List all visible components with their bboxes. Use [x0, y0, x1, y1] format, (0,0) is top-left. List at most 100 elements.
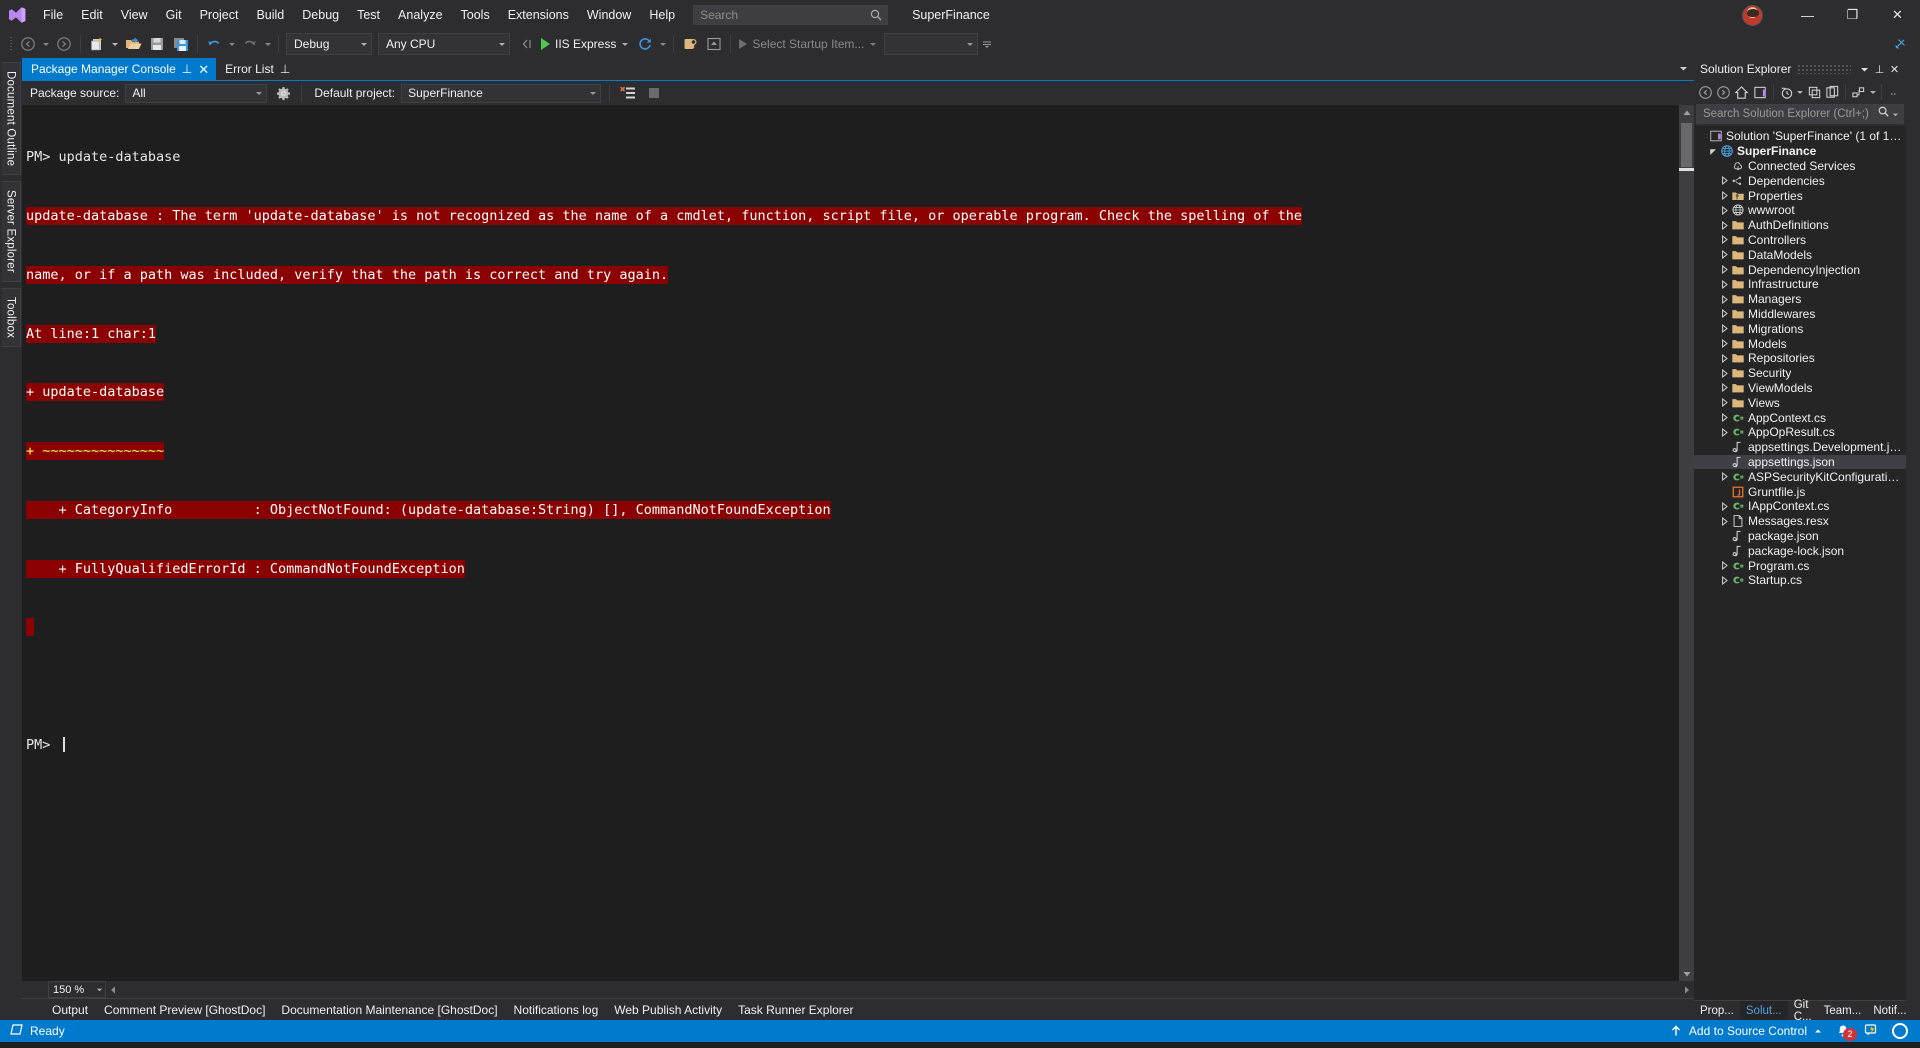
tree-item[interactable]: Dependencies — [1694, 173, 1906, 188]
chevron-collapsed-icon[interactable] — [1719, 220, 1730, 230]
bottom-tab-comment-preview[interactable]: Comment Preview [GhostDoc] — [96, 999, 273, 1021]
chevron-collapsed-icon[interactable] — [1719, 279, 1730, 289]
package-settings-gear-icon[interactable] — [273, 83, 293, 103]
vtab-server-explorer[interactable]: Server Explorer — [1, 181, 21, 283]
code-map-icon[interactable] — [1850, 82, 1867, 103]
bottom-tab-web-publish-activity[interactable]: Web Publish Activity — [606, 999, 730, 1021]
select-startup-item-button[interactable]: Select Startup Item... — [735, 37, 881, 51]
pending-changes-dropdown-icon[interactable] — [1796, 82, 1805, 103]
tree-item[interactable]: Security — [1694, 366, 1906, 381]
new-project-dropdown-icon[interactable] — [109, 40, 121, 48]
scroll-left-icon[interactable] — [110, 981, 116, 999]
status-circle-icon[interactable] — [1892, 1023, 1908, 1039]
minimize-button[interactable]: — — [1785, 0, 1830, 30]
chevron-collapsed-icon[interactable] — [1719, 353, 1730, 363]
tree-item[interactable]: DependencyInjection — [1694, 262, 1906, 277]
console-vertical-scrollbar[interactable] — [1679, 105, 1694, 981]
tree-item[interactable]: SuperFinance — [1694, 144, 1906, 159]
chevron-collapsed-icon[interactable] — [1719, 427, 1730, 437]
bottom-tab-documentation-maintenance[interactable]: Documentation Maintenance [GhostDoc] — [273, 999, 505, 1021]
chevron-collapsed-icon[interactable] — [1719, 516, 1730, 526]
collapse-all-icon[interactable] — [1806, 82, 1823, 103]
drag-handle[interactable] — [1797, 64, 1851, 74]
chevron-collapsed-icon[interactable] — [1719, 250, 1730, 260]
back-icon[interactable] — [1697, 82, 1714, 103]
chevron-collapsed-icon[interactable] — [1719, 176, 1730, 186]
menu-extensions[interactable]: Extensions — [499, 0, 578, 30]
save-all-icon[interactable] — [169, 32, 193, 56]
chevron-collapsed-icon[interactable] — [1719, 501, 1730, 511]
notifications-button[interactable]: 2 — [1836, 1024, 1857, 1041]
tree-item[interactable]: Connected Services — [1694, 159, 1906, 174]
tree-item[interactable]: Properties — [1694, 188, 1906, 203]
default-project-combo[interactable]: SuperFinance — [401, 83, 602, 103]
tree-item[interactable]: Views — [1694, 395, 1906, 410]
tree-item[interactable]: ASPSecurityKitConfiguration.cs — [1694, 469, 1906, 484]
tree-item[interactable]: DataModels — [1694, 247, 1906, 262]
hot-reload-dropdown-icon[interactable] — [657, 40, 669, 48]
tree-item[interactable]: appsettings.json — [1694, 454, 1906, 470]
feedback-icon[interactable] — [1864, 1023, 1878, 1040]
stop-console-icon[interactable] — [644, 83, 664, 103]
redo-dropdown-icon[interactable] — [262, 40, 274, 48]
se-tab-solution-explorer[interactable]: Solut... — [1739, 1001, 1788, 1020]
menu-view[interactable]: View — [112, 0, 157, 30]
redo-icon[interactable] — [238, 32, 262, 56]
toolbar-overflow-icon[interactable] — [981, 39, 993, 49]
new-project-icon[interactable] — [85, 32, 109, 56]
vtab-document-outline[interactable]: Document Outline — [1, 62, 21, 176]
clear-console-icon[interactable] — [618, 83, 638, 103]
package-source-combo[interactable]: All — [125, 83, 268, 103]
chevron-collapsed-icon[interactable] — [1719, 575, 1730, 585]
chevron-collapsed-icon[interactable] — [1719, 265, 1730, 275]
chevron-collapsed-icon[interactable] — [1719, 472, 1730, 482]
scroll-right-icon[interactable] — [1684, 981, 1690, 999]
chevron-collapsed-icon[interactable] — [1719, 235, 1730, 245]
menu-edit[interactable]: Edit — [72, 0, 112, 30]
tree-item[interactable]: Controllers — [1694, 233, 1906, 248]
hot-reload-icon[interactable] — [633, 32, 657, 56]
code-map-dropdown-icon[interactable] — [1868, 82, 1877, 103]
solution-platform-combo[interactable]: Any CPU — [378, 33, 510, 55]
tree-item[interactable]: Messages.resx — [1694, 514, 1906, 529]
navigate-backward-icon[interactable] — [16, 32, 40, 56]
chevron-collapsed-icon[interactable] — [1719, 309, 1730, 319]
navigate-backward-dropdown-icon[interactable] — [40, 40, 52, 48]
chevron-collapsed-icon[interactable] — [1719, 294, 1730, 304]
solution-tree[interactable]: Solution 'SuperFinance' (1 of 1 project)… — [1694, 126, 1906, 1000]
pending-changes-icon[interactable] — [1778, 82, 1795, 103]
undo-icon[interactable] — [202, 32, 226, 56]
menu-window[interactable]: Window — [578, 0, 640, 30]
tab-error-list[interactable]: Error List ⊥ — [216, 58, 298, 80]
console-horizontal-scrollbar[interactable] — [108, 982, 1694, 997]
pin-icon[interactable]: ⊥ — [182, 63, 192, 75]
add-to-source-control-button[interactable]: Add to Source Control — [1670, 1024, 1822, 1038]
solution-search-input[interactable] — [1703, 108, 1877, 120]
bottom-tab-task-runner-explorer[interactable]: Task Runner Explorer — [730, 999, 861, 1021]
attach-dropdown-icon[interactable] — [513, 32, 537, 56]
search-input[interactable] — [700, 8, 870, 22]
se-toolbar-overflow-icon[interactable] — [1886, 82, 1903, 103]
chevron-collapsed-icon[interactable] — [1719, 324, 1730, 334]
vtab-toolbox[interactable]: Toolbox — [1, 288, 21, 348]
tree-item[interactable]: Models — [1694, 336, 1906, 351]
home-icon[interactable] — [1733, 82, 1750, 103]
console-output-area[interactable]: PM> update-database update-database : Th… — [22, 105, 1694, 981]
menu-analyze[interactable]: Analyze — [389, 0, 451, 30]
scroll-down-icon[interactable] — [1679, 966, 1694, 981]
start-debugging-button[interactable]: IIS Express — [537, 32, 633, 56]
tabstrip-dropdown-icon[interactable] — [1679, 60, 1688, 78]
search-options-dropdown-icon[interactable] — [1890, 111, 1901, 118]
tree-item[interactable]: Solution 'SuperFinance' (1 of 1 project) — [1694, 129, 1906, 144]
chevron-expanded-icon[interactable] — [1708, 147, 1719, 156]
chevron-collapsed-icon[interactable] — [1719, 339, 1730, 349]
tree-item[interactable]: Program.cs — [1694, 558, 1906, 573]
chevron-collapsed-icon[interactable] — [1719, 368, 1730, 378]
menu-git[interactable]: Git — [157, 0, 191, 30]
tree-item[interactable]: Migrations — [1694, 321, 1906, 336]
menu-build[interactable]: Build — [247, 0, 293, 30]
forward-icon[interactable] — [1715, 82, 1732, 103]
tab-package-manager-console[interactable]: Package Manager Console ⊥ ✕ — [22, 58, 217, 80]
chevron-collapsed-icon[interactable] — [1719, 191, 1730, 201]
scroll-thumb[interactable] — [1681, 123, 1692, 167]
